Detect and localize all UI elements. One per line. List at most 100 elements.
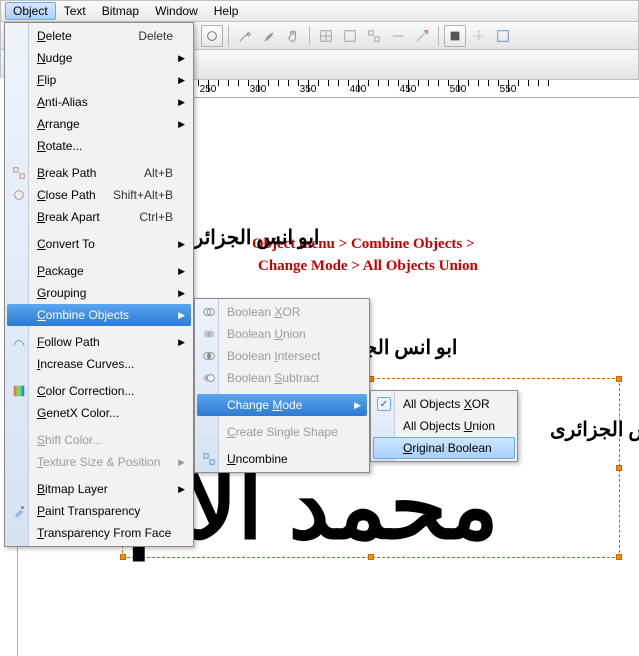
object-menu: DeleteDeleteNudge▶Flip▶Anti-Alias▶Arrang… <box>4 22 194 547</box>
submenu-arrow-icon: ▶ <box>178 484 185 495</box>
object-menu-item-23: Shift Color... <box>7 429 191 451</box>
menu-label: Original Boolean <box>403 441 492 455</box>
menubar-text[interactable]: Text <box>56 2 94 20</box>
subtract-icon <box>201 370 217 386</box>
object-menu-item-9[interactable]: Break Apart Ctrl+B <box>7 206 191 228</box>
object-menu-item-28[interactable]: Transparency From Face <box>7 522 191 544</box>
menu-label: Change Mode <box>227 398 302 412</box>
tool-guides-icon[interactable] <box>492 25 514 47</box>
close-path-icon <box>11 187 27 203</box>
object-menu-item-17[interactable]: Follow Path▶ <box>7 331 191 353</box>
object-menu-item-26[interactable]: Bitmap Layer ▶ <box>7 478 191 500</box>
combine-menu-item-9[interactable]: Uncombine <box>197 448 367 470</box>
tool-brush-icon[interactable] <box>258 25 280 47</box>
combine-menu-item-5[interactable]: Change Mode ▶ <box>197 394 367 416</box>
shortcut: Delete <box>138 29 173 43</box>
uncombine-icon <box>201 451 217 467</box>
menu-label: Boolean XOR <box>227 305 300 319</box>
shortcut: Shift+Alt+B <box>113 188 173 202</box>
submenu-arrow-icon: ▶ <box>178 337 185 348</box>
tool-grid2-icon[interactable] <box>339 25 361 47</box>
mode-menu-item-1[interactable]: All Objects Union <box>373 415 515 437</box>
object-menu-item-24: Texture Size & Position ▶ <box>7 451 191 473</box>
tool-wand-icon[interactable] <box>234 25 256 47</box>
menu-label: Rotate... <box>37 139 82 153</box>
combine-menu-item-2: Boolean Intersect <box>197 345 367 367</box>
menubar-help[interactable]: Help <box>206 2 247 20</box>
menu-label: Combine Objects <box>37 308 129 322</box>
object-menu-item-13[interactable]: Package ▶ <box>7 260 191 282</box>
menubar-bitmap[interactable]: Bitmap <box>94 2 147 20</box>
object-menu-item-2[interactable]: Flip ▶ <box>7 69 191 91</box>
menu-label: Boolean Subtract <box>227 371 319 385</box>
break-path-icon <box>11 165 27 181</box>
xor-icon <box>201 304 217 320</box>
object-menu-item-1[interactable]: Nudge▶ <box>7 47 191 69</box>
tool-hand-icon[interactable] <box>282 25 304 47</box>
object-menu-item-4[interactable]: Arrange▶ <box>7 113 191 135</box>
submenu-arrow-icon: ▶ <box>178 266 185 277</box>
combine-menu-item-1: Boolean Union <box>197 323 367 345</box>
object-menu-item-3[interactable]: Anti-Alias▶ <box>7 91 191 113</box>
menu-label: Increase Curves... <box>37 357 134 371</box>
menu-label: Arrange <box>37 117 80 131</box>
object-menu-item-14[interactable]: Grouping ▶ <box>7 282 191 304</box>
object-menu-item-11[interactable]: Convert To▶ <box>7 233 191 255</box>
menu-label: Boolean Intersect <box>227 349 320 363</box>
shortcut: Ctrl+B <box>139 210 173 224</box>
change-mode-submenu: ✓All Objects XORAll Objects Union Origina… <box>370 390 518 462</box>
intersect-icon <box>201 348 217 364</box>
tool-grid4-icon[interactable] <box>387 25 409 47</box>
mode-menu-item-0[interactable]: ✓All Objects XOR <box>373 393 515 415</box>
object-menu-item-8[interactable]: Close PathShift+Alt+B <box>7 184 191 206</box>
object-menu-item-27[interactable]: Paint Transparency <box>7 500 191 522</box>
menu-label: Break Apart <box>37 210 100 224</box>
combine-menu-item-7: Create Single Shape <box>197 421 367 443</box>
submenu-arrow-icon: ▶ <box>178 288 185 299</box>
instruction-line2: Change Mode > All Objects Union <box>258 258 478 275</box>
menu-label: Bitmap Layer <box>37 482 108 496</box>
submenu-arrow-icon: ▶ <box>178 97 185 108</box>
submenu-arrow-icon: ▶ <box>178 457 185 468</box>
color-correction-icon <box>11 383 27 399</box>
object-menu-item-0[interactable]: DeleteDelete <box>7 25 191 47</box>
tool-grid5-icon[interactable] <box>411 25 433 47</box>
object-menu-item-20[interactable]: Color Correction... <box>7 380 191 402</box>
combine-objects-submenu: Boolean XOR Boolean Union Boolean Intersec… <box>194 298 370 473</box>
tool-snap-icon[interactable] <box>468 25 490 47</box>
tool-select-mode[interactable] <box>444 25 466 47</box>
submenu-arrow-icon: ▶ <box>354 400 361 411</box>
union-icon <box>201 326 217 342</box>
menubar-object[interactable]: Object <box>5 2 56 20</box>
tool-grid1-icon[interactable] <box>315 25 337 47</box>
menubar: Object Text Bitmap Window Help <box>0 0 639 22</box>
object-menu-item-21[interactable]: GenetX Color... <box>7 402 191 424</box>
menu-label: Texture Size & Position <box>37 455 160 469</box>
menu-label: Shift Color... <box>37 433 102 447</box>
object-menu-item-18[interactable]: Increase Curves... <box>7 353 191 375</box>
menu-label: Boolean Union <box>227 327 306 341</box>
menubar-window[interactable]: Window <box>147 2 206 20</box>
menu-label: Grouping <box>37 286 86 300</box>
follow-path-icon <box>11 334 27 350</box>
combine-menu-item-3: Boolean Subtract <box>197 367 367 389</box>
stamp-1: ابو انس الجزائرى <box>178 228 319 248</box>
menu-label: All Objects XOR <box>403 397 490 411</box>
paint-trans-icon <box>11 503 27 519</box>
mode-menu-item-2[interactable]: Original Boolean <box>373 437 515 459</box>
menu-label: Package <box>37 264 84 278</box>
submenu-arrow-icon: ▶ <box>178 53 185 64</box>
submenu-arrow-icon: ▶ <box>178 75 185 86</box>
tool-grid3-icon[interactable] <box>363 25 385 47</box>
menu-label: Break Path <box>37 166 96 180</box>
menu-label: Flip <box>37 73 56 87</box>
object-menu-item-7[interactable]: Break PathAlt+B <box>7 162 191 184</box>
tool-color-picker[interactable] <box>201 25 223 47</box>
object-menu-item-5[interactable]: Rotate... <box>7 135 191 157</box>
combine-menu-item-0: Boolean XOR <box>197 301 367 323</box>
object-menu-item-15[interactable]: Combine Objects ▶ <box>7 304 191 326</box>
menu-label: Color Correction... <box>37 384 134 398</box>
submenu-arrow-icon: ▶ <box>178 310 185 321</box>
submenu-arrow-icon: ▶ <box>178 239 185 250</box>
menu-label: Uncombine <box>227 452 288 466</box>
